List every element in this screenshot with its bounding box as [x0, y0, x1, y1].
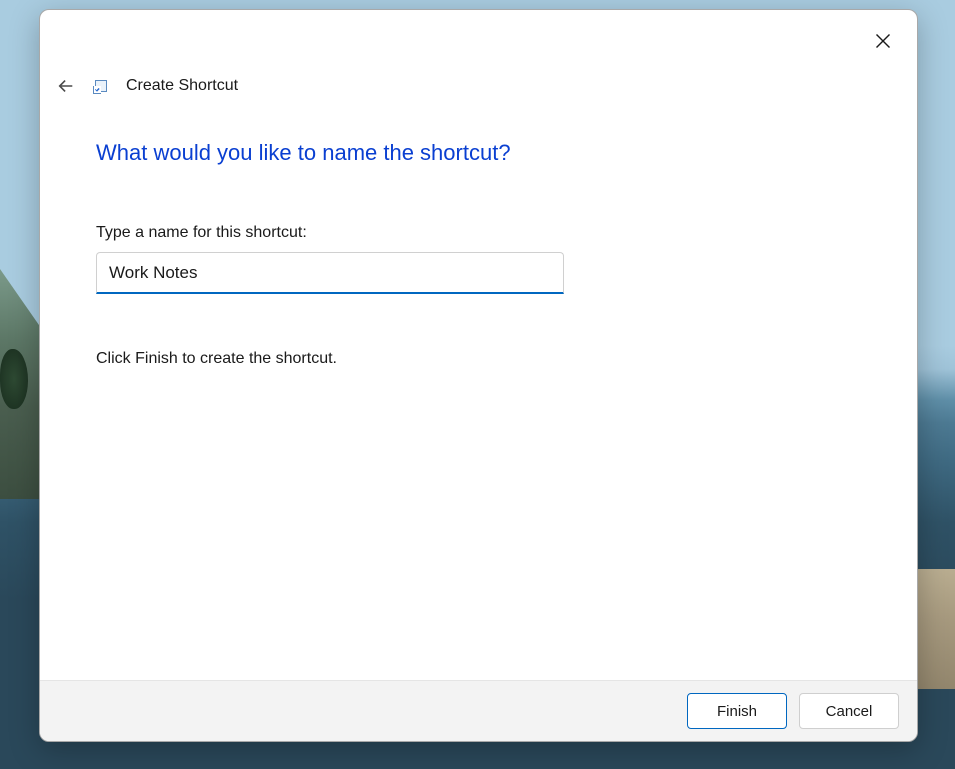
- dialog-header: Create Shortcut: [54, 74, 238, 98]
- close-button[interactable]: [867, 25, 899, 57]
- dialog-title: Create Shortcut: [126, 77, 238, 95]
- back-arrow-icon: [57, 77, 75, 95]
- dialog-body: Create Shortcut What would you like to n…: [40, 10, 917, 680]
- background-tree: [0, 349, 28, 409]
- create-shortcut-dialog: Create Shortcut What would you like to n…: [39, 9, 918, 742]
- close-icon: [875, 33, 891, 49]
- instruction-text: Click Finish to create the shortcut.: [96, 350, 861, 368]
- cancel-button[interactable]: Cancel: [799, 693, 899, 729]
- page-heading: What would you like to name the shortcut…: [96, 140, 861, 166]
- shortcut-icon: [94, 79, 108, 93]
- finish-button[interactable]: Finish: [687, 693, 787, 729]
- dialog-footer: Finish Cancel: [40, 680, 917, 741]
- shortcut-name-input[interactable]: [96, 252, 564, 294]
- shortcut-name-label: Type a name for this shortcut:: [96, 224, 861, 242]
- dialog-content: What would you like to name the shortcut…: [96, 140, 861, 368]
- back-button[interactable]: [54, 74, 78, 98]
